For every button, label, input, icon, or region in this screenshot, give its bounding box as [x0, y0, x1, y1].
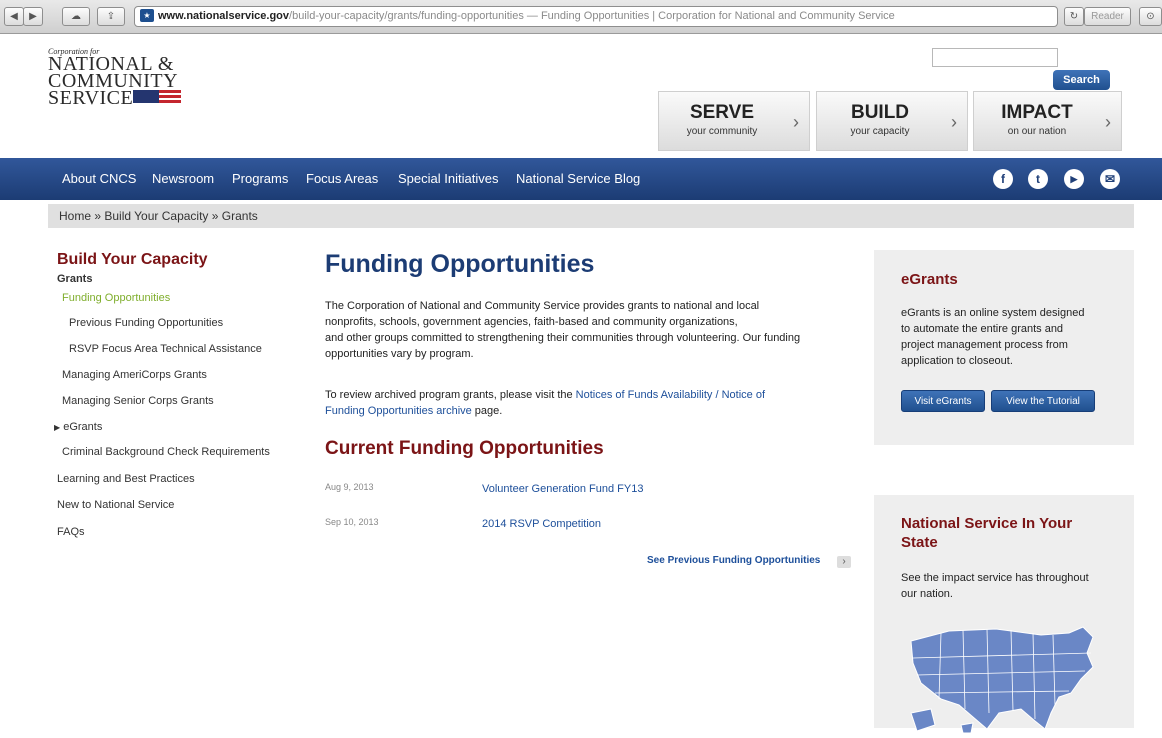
sidebar-item-learning[interactable]: Learning and Best Practices: [57, 473, 195, 485]
state-title: National Service In Your State: [901, 514, 1072, 552]
state-line: See the impact service has throughout: [901, 572, 1089, 584]
cta-subtitle: on our nation: [1007, 126, 1067, 137]
egrants-title: eGrants: [901, 271, 958, 288]
chevron-right-icon: ›: [1105, 112, 1111, 132]
archive-paragraph: To review archived program grants, pleas…: [325, 387, 870, 419]
nav-newsroom[interactable]: Newsroom: [152, 158, 214, 200]
breadcrumb[interactable]: Home » Build Your Capacity » Grants: [48, 204, 1134, 228]
current-opportunities-heading: Current Funding Opportunities: [325, 438, 604, 459]
cncs-logo[interactable]: Corporation for NATIONAL & COMMUNITY SER…: [48, 47, 198, 109]
sidebar-item-egrants[interactable]: ▶ eGrants: [54, 421, 102, 433]
cta-subtitle: your capacity: [850, 126, 910, 137]
opportunity-link[interactable]: 2014 RSVP Competition: [482, 518, 601, 530]
visit-egrants-button[interactable]: Visit eGrants: [901, 390, 985, 412]
cta-title: IMPACT: [1001, 102, 1073, 123]
egrants-line: application to closeout.: [901, 355, 1013, 367]
nav-focus-areas[interactable]: Focus Areas: [306, 158, 378, 200]
cta-title: SERVE: [689, 102, 755, 123]
cta-title: BUILD: [850, 102, 910, 123]
logo-line-service: SERVICE: [48, 87, 198, 109]
sidebar-item-new-to-national-service[interactable]: New to National Service: [57, 499, 174, 511]
egrants-line: eGrants is an online system designed: [901, 307, 1085, 319]
archive-text: To review archived program grants, pleas…: [325, 389, 576, 401]
state-box: National Service In Your State See the i…: [874, 495, 1134, 734]
build-button[interactable]: BUILD your capacity ›: [816, 91, 968, 151]
download-icon[interactable]: ⊙: [1139, 7, 1162, 26]
egrants-description: eGrants is an online system designed to …: [901, 305, 1116, 369]
egrants-line: to automate the entire grants and: [901, 323, 1064, 335]
main-nav: About CNCS Newsroom Programs Focus Areas…: [0, 158, 1162, 200]
twitter-icon[interactable]: t: [1028, 169, 1048, 189]
facebook-icon[interactable]: f: [993, 169, 1013, 189]
flag-icon: [133, 90, 182, 103]
triangle-right-icon: ▶: [54, 423, 61, 432]
logo-service-text: SERVICE: [48, 87, 134, 109]
egrants-line: project management process from: [901, 339, 1068, 351]
sidebar-item-criminal-background[interactable]: Criminal Background Check Requirements: [62, 446, 270, 458]
intro-line: opportunities vary by program.: [325, 348, 474, 360]
chevron-right-icon: ›: [793, 112, 799, 132]
search-button[interactable]: Search: [1053, 70, 1110, 90]
us-map[interactable]: [901, 613, 1111, 738]
address-bar[interactable]: ★ www.nationalservice.gov/build-your-capa…: [134, 6, 1058, 27]
intro-paragraph: The Corporation of National and Communit…: [325, 298, 870, 362]
cta-subtitle: your community: [686, 126, 758, 137]
sidebar-item-faqs[interactable]: FAQs: [57, 526, 85, 538]
reload-icon[interactable]: ↻: [1064, 7, 1084, 26]
reader-button[interactable]: Reader: [1084, 7, 1131, 26]
intro-line: The Corporation of National and Communit…: [325, 300, 760, 312]
forward-icon[interactable]: ▶: [23, 7, 43, 26]
state-description: See the impact service has throughout ou…: [901, 570, 1116, 602]
archive-link-continued[interactable]: Funding Opportunities archive: [325, 405, 472, 417]
share-icon[interactable]: ⇪: [97, 7, 125, 26]
sidebar-item-managing-americorps[interactable]: Managing AmeriCorps Grants: [62, 369, 207, 381]
sidebar-item-grants[interactable]: Grants: [57, 273, 92, 285]
sidebar-title[interactable]: Build Your Capacity: [57, 251, 208, 269]
site-favicon-icon: ★: [140, 8, 154, 22]
nav-programs[interactable]: Programs: [232, 158, 288, 200]
url-path: /build-your-capacity/grants/funding-oppo…: [289, 10, 524, 22]
browser-toolbar: ◀ ▶ ☁ ⇪ ★ www.nationalservice.gov/build-y…: [0, 0, 1162, 34]
nav-national-service-blog[interactable]: National Service Blog: [516, 158, 640, 200]
back-icon[interactable]: ◀: [4, 7, 24, 26]
email-icon[interactable]: ✉: [1100, 169, 1120, 189]
archive-text-suffix: page.: [471, 405, 503, 417]
sidebar-item-managing-senior-corps[interactable]: Managing Senior Corps Grants: [62, 395, 214, 407]
nav-about-cncs[interactable]: About CNCS: [62, 158, 136, 200]
view-tutorial-button[interactable]: View the Tutorial: [991, 390, 1095, 412]
archive-link[interactable]: Notices of Funds Availability / Notice o…: [576, 389, 765, 401]
youtube-icon[interactable]: ▶: [1064, 169, 1084, 189]
nav-special-initiatives[interactable]: Special Initiatives: [398, 158, 498, 200]
opportunity-date: Aug 9, 2013: [325, 482, 374, 492]
sidebar-item-funding-opportunities[interactable]: Funding Opportunities: [62, 292, 170, 304]
page-title: Funding Opportunities: [325, 250, 595, 278]
sidebar-item-previous-funding[interactable]: Previous Funding Opportunities: [69, 317, 223, 329]
chevron-right-icon[interactable]: ›: [837, 556, 851, 568]
chevron-right-icon: ›: [951, 112, 957, 132]
state-title-line: State: [901, 534, 938, 551]
state-line: our nation.: [901, 588, 953, 600]
see-previous-link[interactable]: See Previous Funding Opportunities: [647, 555, 820, 566]
opportunity-date: Sep 10, 2013: [325, 517, 379, 527]
sidebar-item-rsvp-focus[interactable]: RSVP Focus Area Technical Assistance: [69, 343, 262, 355]
intro-line: nonprofits, schools, government agencies…: [325, 316, 738, 328]
serve-button[interactable]: SERVE your community ›: [658, 91, 810, 151]
impact-button[interactable]: IMPACT on our nation ›: [973, 91, 1122, 151]
page-title-in-url: — Funding Opportunities | Corporation fo…: [523, 10, 895, 22]
egrants-box: eGrants eGrants is an online system desi…: [874, 250, 1134, 445]
sidebar-item-label: eGrants: [63, 421, 103, 433]
search-input[interactable]: [932, 48, 1058, 67]
opportunity-link[interactable]: Volunteer Generation Fund FY13: [482, 483, 643, 495]
url-host: www.nationalservice.gov: [158, 10, 290, 22]
cloud-icon[interactable]: ☁: [62, 7, 90, 26]
state-title-line: National Service In Your: [901, 515, 1073, 532]
intro-line: and other groups committed to strengthen…: [325, 332, 801, 344]
